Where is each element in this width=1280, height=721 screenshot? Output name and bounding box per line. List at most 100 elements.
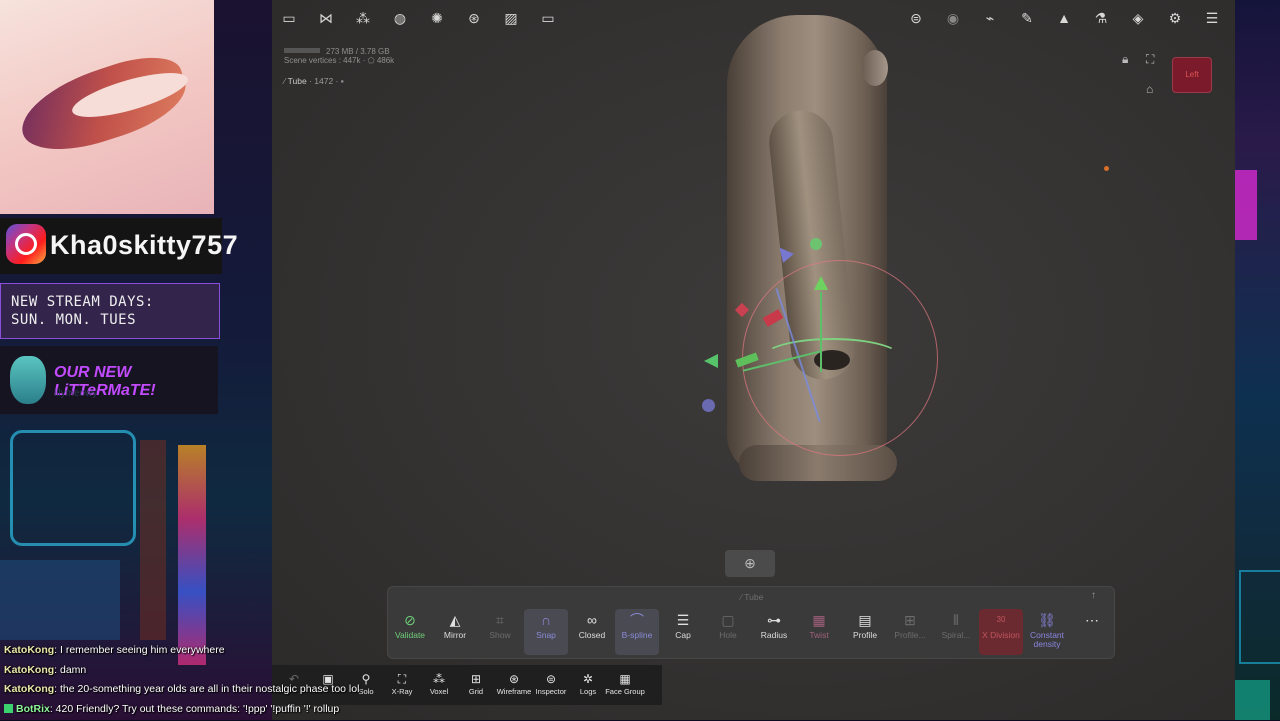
gizmo-toggle-button[interactable]: ⊕ — [725, 550, 775, 577]
profile-edit-button[interactable]: ⊞ Profile... — [888, 609, 932, 655]
chat-username: KatoKong — [4, 664, 54, 676]
inspector-button[interactable]: ⊜ Inspector — [531, 671, 571, 696]
scene-stats: 273 MB / 3.78 GB Scene vertices : 447k ·… — [284, 47, 394, 65]
instagram-icon — [6, 224, 46, 264]
link-icon: ⛓ — [1025, 609, 1069, 631]
bot-badge-icon — [4, 704, 13, 713]
background-neon-sign — [1239, 570, 1280, 664]
instagram-banner: Kha0skitty757 — [0, 218, 222, 274]
twist-button[interactable]: ▦ Twist — [797, 609, 841, 655]
meshes-icon[interactable]: ⁂ — [354, 8, 372, 28]
faces-value: 486k — [377, 56, 394, 65]
wireframe-button[interactable]: ⊛ Wireframe — [494, 671, 534, 696]
show-button[interactable]: ⌗ Show — [478, 609, 522, 655]
spiral-button[interactable]: ⫴ Spiral... — [934, 609, 978, 655]
light-marker — [1104, 166, 1109, 171]
chat-message: BotRix: 420 Friendly? Try out these comm… — [4, 702, 404, 721]
scene-icon[interactable]: ⊜ — [907, 8, 925, 28]
fullscreen-icon[interactable]: ⛶ — [1146, 52, 1154, 67]
share-icon[interactable]: ⋈ — [317, 8, 335, 28]
brush-icon[interactable]: ✎ — [1018, 8, 1036, 28]
chat-text: : I remember seeing him everywhere — [54, 644, 224, 656]
pen-icon: ⁄ — [284, 76, 285, 86]
wireframe-icon: ⊛ — [494, 671, 534, 687]
faces-icon: ⬠ — [368, 56, 375, 65]
video-icon[interactable]: ▭ — [539, 8, 557, 28]
profile-edit-icon: ⊞ — [888, 609, 932, 631]
home-icon[interactable]: ⌂ — [1146, 82, 1153, 96]
light-icon[interactable]: ✺ — [428, 8, 446, 28]
gizmo-translate-arrow[interactable] — [704, 354, 718, 368]
instagram-handle: Kha0skitty757 — [50, 230, 238, 261]
hole-button[interactable]: ▢ Hole — [706, 609, 750, 655]
memory-bar — [284, 48, 320, 53]
top-toolbar-right: ⊜ ◉ ⌁ ✎ ▲ ⚗ ◈ ⚙ ☰ — [907, 8, 1221, 28]
channel-logo — [0, 0, 214, 214]
twist-icon: ▦ — [797, 609, 841, 631]
gizmo-translate-arrow[interactable] — [814, 276, 828, 290]
logs-button[interactable]: ✲ Logs — [568, 671, 608, 696]
constant-density-button[interactable]: ⛓ Constant density — [1025, 609, 1069, 655]
chat-username: KatoKong — [4, 683, 54, 695]
folder-icon[interactable]: ▭ — [280, 8, 298, 28]
more-button[interactable]: ⋯ — [1070, 609, 1114, 655]
closed-button[interactable]: ∞ Closed — [570, 609, 614, 655]
lock-icon[interactable]: 🔒︎ — [1122, 52, 1128, 67]
face-group-icon: ▦ — [605, 671, 645, 687]
voxel-button[interactable]: ⁂ Voxel — [419, 671, 459, 696]
background-neon-sign — [10, 430, 136, 546]
gizmo-scale-handle[interactable] — [702, 399, 715, 412]
gizmo-icon[interactable]: ◉ — [944, 8, 962, 28]
loop-icon: ∞ — [570, 609, 614, 631]
scene-vertices-label: Scene vertices : — [284, 56, 341, 65]
profile-button[interactable]: ▤ Profile — [843, 609, 887, 655]
material-icon[interactable]: ◍ — [391, 8, 409, 28]
littermate-banner: OUR NEW LiTTeRMaTE! lilymeowy — [0, 346, 218, 414]
image-icon[interactable]: ▨ — [502, 8, 520, 28]
view-cube[interactable]: Left — [1172, 57, 1212, 93]
x-division-value: 30 — [979, 609, 1023, 631]
sculpt-model-ear — [862, 50, 888, 86]
mirror-icon: ◭ — [433, 609, 477, 631]
show-icon: ⌗ — [478, 609, 522, 631]
tube-tool-panel: ⁄ Tube ↑ ⊘ Validate ◭ Mirror ⌗ Show ∩ Sn… — [387, 586, 1115, 659]
layers-icon[interactable]: ◈ — [1129, 8, 1147, 28]
background-neon-column — [178, 445, 206, 665]
settings-icon[interactable]: ⚙ — [1166, 8, 1184, 28]
snap-button[interactable]: ∩ Snap — [524, 609, 568, 655]
gizmo-scale-handle[interactable] — [810, 238, 822, 250]
mirror-button[interactable]: ◭ Mirror — [433, 609, 477, 655]
object-count: 1472 — [314, 76, 333, 86]
topology-icon[interactable]: ▲ — [1055, 8, 1073, 28]
stroke-icon[interactable]: ⌁ — [981, 8, 999, 28]
top-toolbar-left: ▭ ⋈ ⁂ ◍ ✺ ⊛ ▨ ▭ — [280, 8, 557, 28]
collapse-icon[interactable]: ↑ — [1091, 590, 1096, 601]
radius-button[interactable]: ⊶ Radius — [752, 609, 796, 655]
littermate-handle: lilymeowy — [54, 388, 97, 399]
background-neon-sign — [1235, 170, 1257, 240]
cap-button[interactable]: ☰ Cap — [661, 609, 705, 655]
bug-icon: ✲ — [568, 671, 608, 687]
flask-icon[interactable]: ⚗ — [1092, 8, 1110, 28]
spiral-icon: ⫴ — [934, 609, 978, 631]
chat-text: : the 20-something year olds are all in … — [54, 683, 359, 695]
memory-usage: 273 MB / 3.78 GB — [326, 47, 390, 56]
grid-button[interactable]: ⊞ Grid — [456, 671, 496, 696]
gizmo-y-axis[interactable] — [820, 292, 822, 372]
camera-settings-icon[interactable]: ⊛ — [465, 8, 483, 28]
chat-username: KatoKong — [4, 644, 54, 656]
menu-icon[interactable]: ☰ — [1203, 8, 1221, 28]
stream-overlay-right — [1235, 0, 1280, 720]
background-neon-sign — [1235, 680, 1270, 720]
magnet-icon: ∩ — [524, 609, 568, 631]
gizmo-rotation-arc[interactable] — [762, 338, 902, 378]
chat-username: BotRix — [16, 703, 50, 715]
sculpt-viewport[interactable]: ▭ ⋈ ⁂ ◍ ✺ ⊛ ▨ ▭ ⊜ ◉ ⌁ ✎ ▲ ⚗ ◈ ⚙ ☰ 273 MB… — [272, 0, 1235, 720]
selected-object: ⁄ Tube · 1472 · ▪ — [284, 76, 344, 86]
bspline-button[interactable]: ⌒ B-spline — [615, 609, 659, 655]
background-neon-panel — [0, 560, 120, 640]
stream-days-list: SUN. MON. TUES — [11, 311, 209, 329]
x-division-slider[interactable]: 30 X Division — [979, 609, 1023, 655]
chat-text: : damn — [54, 664, 86, 676]
face-group-button[interactable]: ▦ Face Group — [605, 671, 645, 696]
